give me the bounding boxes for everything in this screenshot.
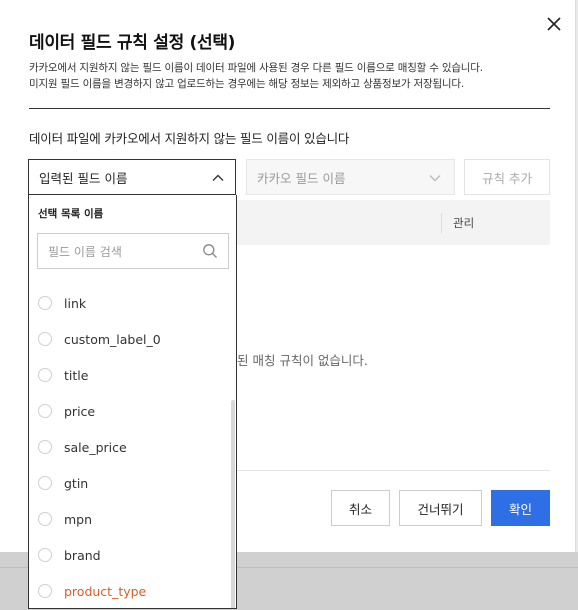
description-line-1: 카카오에서 지원하지 않는 필드 이름이 데이터 파일에 사용된 경우 다른 필…: [29, 62, 483, 74]
close-button[interactable]: [540, 10, 568, 38]
add-rule-button[interactable]: 규칙 추가: [464, 159, 550, 195]
radio-button[interactable]: [38, 584, 52, 598]
unsupported-fields-label: 데이터 파일에 카카오에서 지원하지 않는 필드 이름이 있습니다: [29, 131, 350, 146]
chevron-up-icon: [212, 174, 224, 181]
list-scrollbar[interactable]: [231, 400, 235, 608]
radio-button[interactable]: [38, 548, 52, 562]
field-option-hovered[interactable]: product_type: [29, 573, 229, 608]
close-icon: [547, 17, 561, 31]
field-option[interactable]: custom_label_0: [29, 321, 229, 357]
field-option[interactable]: title: [29, 357, 229, 393]
field-option-label: brand: [64, 547, 101, 563]
dialog-title: 데이터 필드 규칙 설정 (선택): [29, 33, 236, 53]
field-search-input[interactable]: 필드 이름 검색: [37, 233, 229, 269]
field-option-label: title: [64, 367, 89, 383]
field-option-label: product_type: [64, 583, 147, 599]
select-list-title: 선택 목록 이름: [38, 208, 104, 220]
description-line-2: 미지원 필드 이름을 변경하지 않고 업로드하는 경우에는 해당 정보는 제외하…: [29, 78, 464, 90]
field-option-label: custom_label_0: [64, 331, 161, 347]
header-separator: [441, 213, 442, 233]
radio-button[interactable]: [38, 404, 52, 418]
radio-button[interactable]: [38, 476, 52, 490]
radio-button[interactable]: [38, 512, 52, 526]
title-divider: [29, 108, 550, 109]
cancel-button[interactable]: 취소: [331, 490, 390, 526]
field-option[interactable]: price: [29, 393, 229, 429]
radio-button[interactable]: [38, 296, 52, 310]
field-option[interactable]: gtin: [29, 465, 229, 501]
field-option-list: link custom_label_0 title price sale_pri…: [29, 285, 229, 608]
search-icon: [203, 244, 217, 258]
field-search-placeholder: 필드 이름 검색: [48, 244, 122, 259]
field-option-label: sale_price: [64, 439, 127, 455]
input-field-dropdown-label: 입력된 필드 이름: [39, 170, 128, 186]
chevron-down-icon: [429, 175, 441, 182]
kakao-field-dropdown-label: 카카오 필드 이름: [257, 170, 346, 186]
empty-rules-message: 된 매칭 규칙이 없습니다.: [237, 353, 368, 368]
field-option[interactable]: sale_price: [29, 429, 229, 465]
kakao-field-dropdown[interactable]: 카카오 필드 이름: [246, 159, 455, 195]
field-option[interactable]: mpn: [29, 501, 229, 537]
skip-button[interactable]: 건너뛰기: [399, 490, 482, 526]
radio-button[interactable]: [38, 332, 52, 346]
input-field-dropdown[interactable]: 입력된 필드 이름: [28, 159, 236, 195]
rules-table-header: 관리: [237, 200, 550, 245]
radio-button[interactable]: [38, 368, 52, 382]
dialog-description: 카카오에서 지원하지 않는 필드 이름이 데이터 파일에 사용된 경우 다른 필…: [29, 60, 549, 92]
field-option-label: gtin: [64, 475, 89, 491]
radio-button[interactable]: [38, 440, 52, 454]
field-select-panel: 선택 목록 이름 필드 이름 검색 link custom_label_0 ti…: [28, 195, 237, 609]
field-option[interactable]: link: [29, 285, 229, 321]
field-option-label: link: [64, 295, 87, 311]
field-option-label: price: [64, 403, 96, 419]
manage-column-header: 관리: [453, 216, 475, 230]
confirm-button[interactable]: 확인: [491, 490, 550, 526]
field-option-label: mpn: [64, 511, 93, 527]
field-option[interactable]: brand: [29, 537, 229, 573]
